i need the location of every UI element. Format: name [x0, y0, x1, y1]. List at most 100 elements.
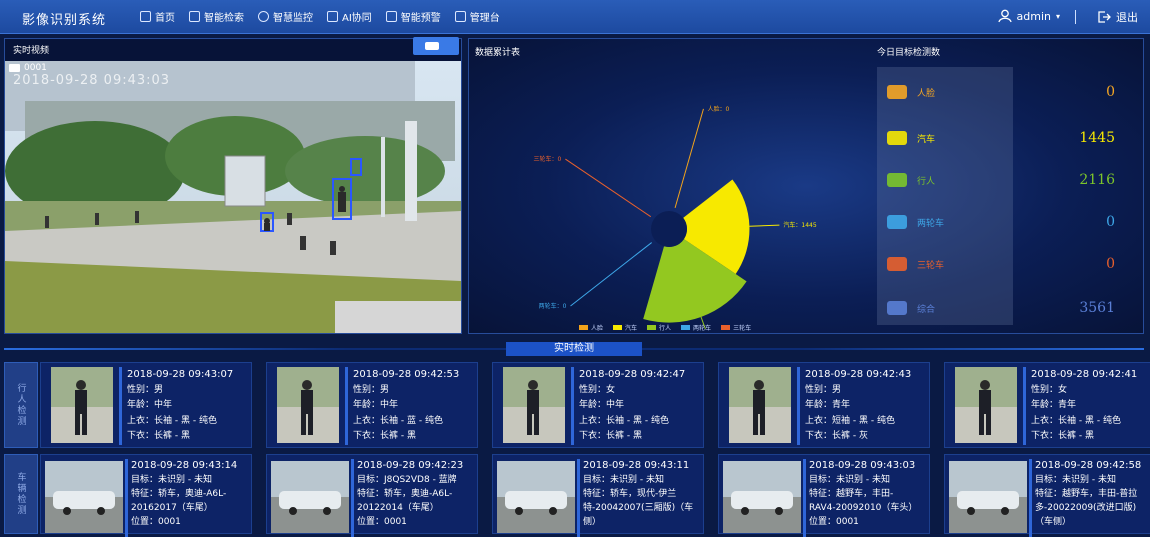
pedestrian-thumbnail[interactable] [51, 367, 113, 443]
accent-bar [119, 367, 122, 445]
vehicle-card[interactable]: 2018-09-28 09:42:23 目标：J8QS2VD8 - 蓝牌 特征：… [266, 454, 478, 537]
home-icon [140, 11, 151, 22]
search-icon [189, 11, 200, 22]
gender: 性别：男 [127, 384, 164, 395]
count-label: 汽车 [917, 134, 936, 145]
vehicle-thumbnail[interactable] [45, 461, 123, 533]
feature: 特征：越野车，丰田-普拉 [1035, 489, 1138, 499]
count-row-2: 行人 2116 [877, 165, 1145, 195]
count-value: 1445 [1079, 130, 1115, 146]
pedestrian-card[interactable]: 2018-09-28 09:42:41 性别：女 年龄：青年 上衣：长袖 - 黑… [944, 362, 1150, 448]
vehicle-card[interactable]: 2018-09-28 09:43:11 目标：未识别 - 未知 特征：轿车，现代… [492, 454, 704, 537]
pedestrians-icon [887, 173, 907, 187]
nav-item-search[interactable]: 智能检索 [189, 9, 244, 24]
pedestrian-thumbnail[interactable] [277, 367, 339, 443]
target: 目标：未识别 - 未知 [1035, 475, 1116, 485]
pedestrian-info: 2018-09-28 09:42:53 性别：男 年龄：中年 上衣：长袖 - 蓝… [353, 367, 459, 445]
user-menu[interactable]: admin ▾ [997, 9, 1060, 23]
count-label: 三轮车 [917, 260, 945, 271]
legend-item[interactable]: 三轮车 [721, 323, 751, 332]
feature-cont: （车侧） [1035, 517, 1072, 527]
vehicle-info: 2018-09-28 09:43:11 目标：未识别 - 未知 特征：轿车，现代… [583, 459, 693, 529]
camera-overlay: 0001 [9, 63, 47, 73]
count-row-4: 三轮车 0 [877, 249, 1145, 279]
gender: 性别：女 [579, 384, 616, 395]
count-label: 两轮车 [917, 218, 945, 229]
summary-icon [887, 301, 907, 315]
vehicle-thumbnail[interactable] [497, 461, 575, 533]
vehicle-card[interactable]: 2018-09-28 09:43:03 目标：未识别 - 未知 特征：越野车，丰… [718, 454, 930, 537]
video-timestamp: 2018-09-28 09:43:03 [13, 73, 171, 88]
vehicle-thumbnail[interactable] [949, 461, 1027, 533]
face-icon [887, 85, 907, 99]
vehicle-thumbnail[interactable] [723, 461, 801, 533]
pedestrian-card[interactable]: 2018-09-28 09:43:07 性别：男 年龄：中年 上衣：长袖 - 黑… [40, 362, 252, 448]
nav-item-ai[interactable]: AI协同 [327, 9, 372, 24]
vehicle-row-label: 车辆检测 [4, 454, 38, 534]
legend-label: 行人 [659, 325, 672, 332]
accent-bar [577, 459, 580, 537]
gender: 性别：男 [805, 384, 842, 395]
lower-clothing: 下衣：长裤 - 黑 [127, 431, 190, 441]
legend-item[interactable]: 行人 [647, 323, 671, 332]
target: 目标：未识别 - 未知 [131, 475, 212, 485]
vehicle-thumbnail[interactable] [271, 461, 349, 533]
pedestrian-thumbnail[interactable] [729, 367, 791, 443]
camera-select-button[interactable] [413, 37, 459, 55]
legend-item[interactable]: 两轮车 [681, 323, 711, 332]
upper-clothing: 上衣：长袖 - 蓝 - 纯色 [353, 415, 443, 426]
nav-item-home[interactable]: 首页 [140, 9, 175, 24]
legend-swatch [579, 325, 588, 330]
user-icon [997, 9, 1012, 23]
count-label: 人脸 [917, 88, 936, 99]
nav-item-monitor[interactable]: 智慧监控 [258, 9, 313, 24]
pedestrian-card[interactable]: 2018-09-28 09:42:53 性别：男 年龄：中年 上衣：长袖 - 蓝… [266, 362, 478, 448]
feature-cont: 侧） [583, 517, 602, 527]
accent-bar [571, 367, 574, 445]
legend-label: 两轮车 [693, 325, 712, 332]
detect-time: 2018-09-28 09:43:03 [809, 460, 916, 471]
legend-swatch [721, 325, 731, 330]
vehicle-card[interactable]: 2018-09-28 09:42:58 目标：未识别 - 未知 特征：越野车，丰… [944, 454, 1150, 537]
feature: 特征：轿车，现代-伊兰 [583, 489, 677, 499]
detect-time: 2018-09-28 09:43:07 [127, 369, 234, 380]
nav-label: 管理台 [469, 13, 500, 24]
count-value: 2116 [1079, 172, 1115, 188]
feature-cont: RAV4-20092010（车头） [809, 503, 918, 513]
accent-bar [351, 459, 354, 537]
video-feed[interactable]: 0001 2018-09-28 09:43:03 [5, 61, 461, 333]
nav-item-alert[interactable]: 智能预警 [385, 9, 441, 24]
legend-swatch [681, 325, 691, 330]
location: 位置：0001 [809, 517, 859, 527]
detect-time: 2018-09-28 09:42:41 [1031, 369, 1138, 380]
count-value: 0 [1106, 214, 1115, 230]
target: 目标：未识别 - 未知 [583, 475, 664, 485]
legend-item[interactable]: 人脸 [579, 323, 603, 332]
logout-button[interactable]: 退出 [1097, 9, 1138, 25]
pedestrian-card[interactable]: 2018-09-28 09:42:43 性别：男 年龄：青年 上衣：短袖 - 黑… [718, 362, 930, 448]
label-leader [749, 224, 780, 227]
video-panel: 实时视频 0001 2018-09-28 09:43:03 [4, 37, 462, 334]
pedestrian-card[interactable]: 2018-09-28 09:42:47 性别：女 年龄：中年 上衣：长袖 - 黑… [492, 362, 704, 448]
video-frame [5, 61, 461, 333]
lower-clothing: 下衣：长裤 - 黑 [1031, 431, 1094, 441]
legend-item[interactable]: 汽车 [613, 323, 637, 332]
nav-item-admin[interactable]: 管理台 [454, 9, 500, 24]
accent-bar [125, 459, 128, 537]
upper-clothing: 上衣：长袖 - 黑 - 纯色 [579, 415, 669, 426]
pedestrian-info: 2018-09-28 09:43:07 性别：男 年龄：中年 上衣：长袖 - 黑… [127, 367, 233, 445]
age: 年龄：中年 [579, 400, 625, 410]
pedestrian-thumbnail[interactable] [503, 367, 565, 443]
nav-label: 智能预警 [400, 13, 441, 24]
feature: 特征：越野车，丰田- [809, 489, 894, 499]
lower-clothing: 下衣：长裤 - 黑 [353, 431, 416, 441]
detect-time: 2018-09-28 09:43:11 [583, 460, 690, 471]
vehicle-card[interactable]: 2018-09-28 09:43:14 目标：未识别 - 未知 特征：轿车，奥迪… [40, 454, 252, 537]
monitor-icon [454, 11, 466, 22]
pedestrian-info: 2018-09-28 09:42:47 性别：女 年龄：中年 上衣：长袖 - 黑… [579, 367, 685, 445]
detect-time: 2018-09-28 09:42:53 [353, 369, 460, 380]
chevron-down-icon: ▾ [1055, 11, 1060, 21]
legend-label: 汽车 [625, 325, 638, 332]
detect-time: 2018-09-28 09:42:47 [579, 369, 686, 380]
pedestrian-thumbnail[interactable] [955, 367, 1017, 443]
